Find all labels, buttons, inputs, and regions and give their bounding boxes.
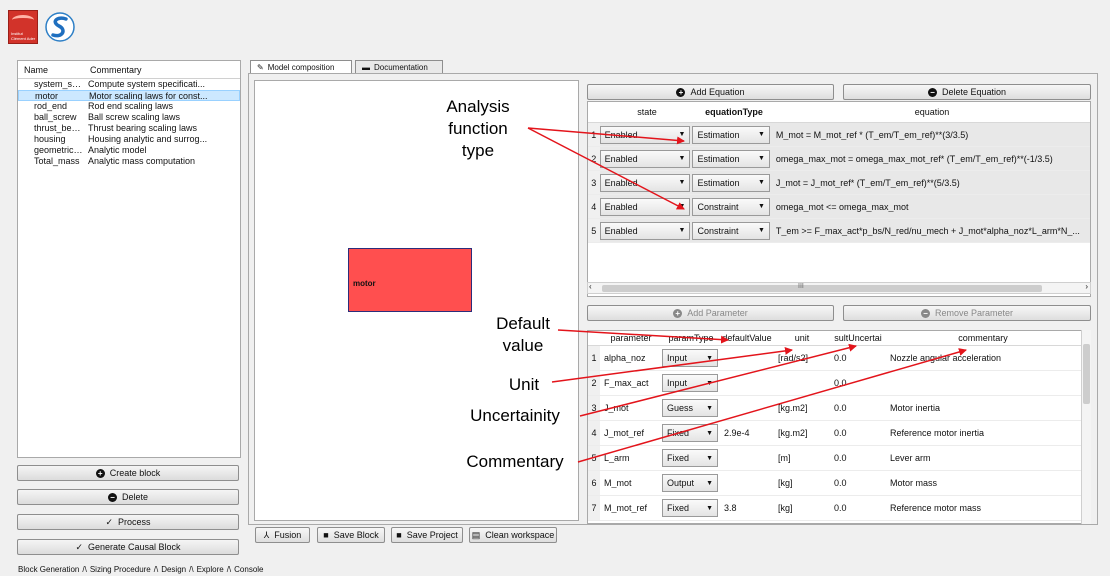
bottom-tab[interactable]: Design [161, 565, 186, 574]
bottom-tab-bar: Block Generation/\ Sizing Procedure/\ Desi… [0, 563, 1110, 576]
tab-separator: /\ [226, 565, 232, 574]
bottom-tab[interactable]: Block Generation [18, 565, 79, 574]
annotation-arrow [527, 127, 685, 145]
tab-separator: /\ [82, 565, 87, 574]
bottom-tab[interactable]: Sizing Procedure [90, 565, 151, 574]
tab-separator: /\ [153, 565, 159, 574]
bottom-tab[interactable]: Console [234, 565, 263, 574]
annotation-arrow [557, 329, 729, 344]
tab-separator: /\ [189, 565, 194, 574]
annotation-arrow [579, 343, 857, 417]
bottom-tab[interactable]: Explore [197, 565, 224, 574]
annotation-arrows [527, 127, 967, 463]
annotation-arrow [527, 127, 685, 210]
annotation-arrow [551, 346, 793, 383]
